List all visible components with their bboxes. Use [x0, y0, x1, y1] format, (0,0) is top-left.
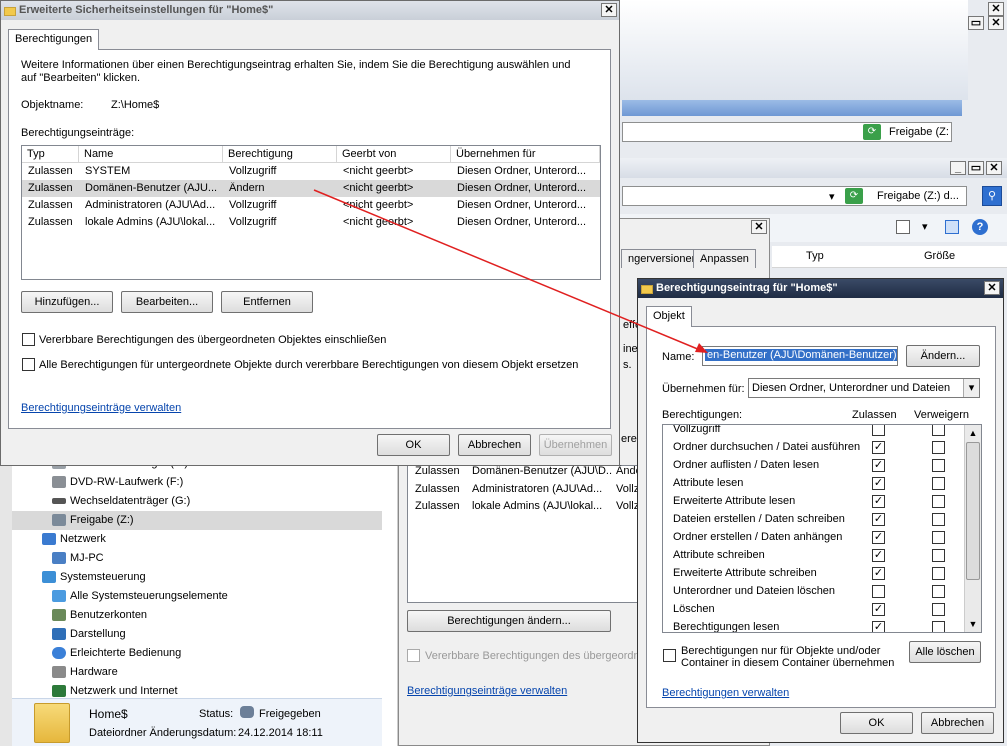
annotation-arrow: [313, 189, 708, 353]
arrow-head: [695, 343, 708, 353]
arrow-line: [313, 189, 701, 351]
tab-permissions[interactable]: Berechtigungen: [8, 29, 100, 50]
tab-object[interactable]: Objekt: [646, 306, 692, 327]
